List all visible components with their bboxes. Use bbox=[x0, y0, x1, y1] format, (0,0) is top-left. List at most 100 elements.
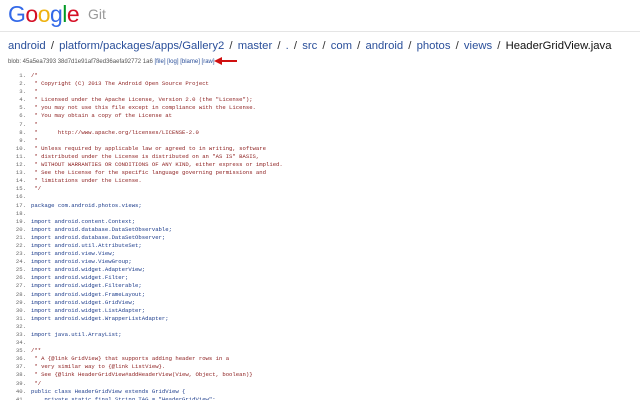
line-number[interactable]: 4. bbox=[10, 96, 31, 104]
line-number[interactable]: 40. bbox=[10, 388, 31, 396]
code-text: * You may obtain a copy of the License a… bbox=[31, 112, 172, 120]
line-number[interactable]: 21. bbox=[10, 234, 31, 242]
line-number[interactable]: 33. bbox=[10, 331, 31, 339]
line-number[interactable]: 25. bbox=[10, 266, 31, 274]
breadcrumb-link[interactable]: android bbox=[365, 40, 403, 52]
code-line: 27. import android.widget.Filterable; bbox=[10, 282, 630, 290]
breadcrumb-link[interactable]: photos bbox=[417, 40, 451, 52]
code-line: 2. * Copyright (C) 2013 The Android Open… bbox=[10, 80, 630, 88]
breadcrumb: android / platform/packages/apps/Gallery… bbox=[8, 40, 612, 52]
line-number[interactable]: 29. bbox=[10, 299, 31, 307]
line-number[interactable]: 26. bbox=[10, 274, 31, 282]
line-number[interactable]: 17. bbox=[10, 202, 31, 210]
breadcrumb-link[interactable]: views bbox=[464, 40, 492, 52]
code-text: package com.android.photos.views; bbox=[31, 201, 142, 209]
blame-link[interactable]: [blame] bbox=[180, 59, 200, 65]
code-line: 25. import android.widget.AdapterView; bbox=[10, 266, 630, 274]
code-line: 26. import android.widget.Filter; bbox=[10, 274, 630, 282]
line-number[interactable]: 3. bbox=[10, 88, 31, 96]
line-number[interactable]: 38. bbox=[10, 371, 31, 379]
line-number[interactable]: 19. bbox=[10, 218, 31, 226]
line-number[interactable]: 30. bbox=[10, 307, 31, 315]
logo-letter: o bbox=[37, 1, 51, 27]
line-number[interactable]: 10. bbox=[10, 145, 31, 153]
line-number[interactable]: 36. bbox=[10, 355, 31, 363]
line-number[interactable]: 2. bbox=[10, 80, 31, 88]
line-number[interactable]: 41. bbox=[10, 396, 31, 400]
google-logo[interactable]: Google bbox=[8, 1, 80, 28]
line-number[interactable]: 1. bbox=[10, 72, 31, 80]
code-text: import java.util.ArrayList; bbox=[31, 331, 122, 338]
code-line: 40. public class HeaderGridView extends G… bbox=[10, 388, 630, 396]
line-number[interactable]: 23. bbox=[10, 250, 31, 258]
breadcrumb-separator: / bbox=[319, 40, 329, 52]
line-number[interactable]: 5. bbox=[10, 104, 31, 112]
code-line: 1./* bbox=[10, 72, 630, 80]
line-number[interactable]: 27. bbox=[10, 282, 31, 290]
line-number[interactable]: 20. bbox=[10, 226, 31, 234]
code-line: 30. import android.widget.ListAdapter; bbox=[10, 307, 630, 315]
line-number[interactable]: 11. bbox=[10, 153, 31, 161]
code-text: /* bbox=[31, 72, 38, 79]
line-number[interactable]: 15. bbox=[10, 185, 31, 193]
breadcrumb-link[interactable]: android bbox=[8, 40, 46, 52]
breadcrumb-separator: / bbox=[405, 40, 415, 52]
line-number[interactable]: 18. bbox=[10, 210, 31, 218]
red-arrow-icon bbox=[214, 57, 237, 65]
code-text: * bbox=[31, 88, 38, 96]
line-number[interactable]: 28. bbox=[10, 291, 31, 299]
code-line: 35./** bbox=[10, 347, 630, 355]
line-number[interactable]: 39. bbox=[10, 380, 31, 388]
breadcrumb-separator: / bbox=[290, 40, 301, 52]
code-line: 31. import android.widget.WrapperListAdap… bbox=[10, 315, 630, 323]
line-number[interactable]: 8. bbox=[10, 129, 31, 137]
line-number[interactable]: 37. bbox=[10, 363, 31, 371]
line-number[interactable]: 9. bbox=[10, 137, 31, 145]
code-text: * WITHOUT WARRANTIES OR CONDITIONS OF AN… bbox=[31, 161, 283, 169]
code-text: import android.view.ViewGroup; bbox=[31, 258, 132, 266]
log-link[interactable]: [log] bbox=[167, 59, 178, 65]
line-number[interactable]: 35. bbox=[10, 347, 31, 355]
blob-info: blob: 45a5ea7393 38d7d1e91af78ed36aefa92… bbox=[8, 59, 215, 65]
code-line: 33. import java.util.ArrayList; bbox=[10, 331, 630, 339]
code-line: 21. import android.database.DataSetObserv… bbox=[10, 234, 630, 242]
breadcrumb-link[interactable]: src bbox=[302, 40, 317, 52]
code-text: import android.database.DataSetObservabl… bbox=[31, 225, 172, 233]
line-number[interactable]: 16. bbox=[10, 193, 31, 201]
code-text: import android.widget.Filter; bbox=[31, 274, 129, 282]
code-text: * limitations under the License. bbox=[31, 177, 142, 185]
line-number[interactable]: 6. bbox=[10, 112, 31, 120]
code-text: * very similar way to {@link ListView}. bbox=[31, 363, 166, 371]
breadcrumb-link[interactable]: com bbox=[331, 40, 352, 52]
code-text: * See {@link HeaderGridView#addHeaderVie… bbox=[31, 371, 253, 379]
source-code-view: 1./* 2. * Copyright (C) 2013 The Android … bbox=[10, 72, 630, 400]
breadcrumb-separator: / bbox=[274, 40, 284, 52]
logo-letter: e bbox=[66, 1, 80, 27]
line-number[interactable]: 31. bbox=[10, 315, 31, 323]
breadcrumb-link[interactable]: platform/packages/apps/Gallery2 bbox=[59, 40, 224, 52]
line-number[interactable]: 22. bbox=[10, 242, 31, 250]
line-number[interactable]: 24. bbox=[10, 258, 31, 266]
line-number[interactable]: 7. bbox=[10, 121, 31, 129]
line-number[interactable]: 12. bbox=[10, 161, 31, 169]
code-text: * Licensed under the Apache License, Ver… bbox=[31, 96, 253, 104]
raw-link[interactable]: [raw] bbox=[202, 59, 215, 65]
code-text: import android.widget.ListAdapter; bbox=[31, 306, 146, 314]
code-line: 19. import android.content.Context; bbox=[10, 218, 630, 226]
breadcrumb-link[interactable]: master bbox=[238, 40, 273, 52]
code-text: import android.widget.WrapperListAdapter… bbox=[31, 314, 169, 322]
line-number[interactable]: 14. bbox=[10, 177, 31, 185]
logo-letter: G bbox=[8, 1, 26, 27]
code-line: 24. import android.view.ViewGroup; bbox=[10, 258, 630, 266]
file-link[interactable]: [file] bbox=[154, 59, 165, 65]
code-text: public class HeaderGridView extends Grid… bbox=[31, 387, 186, 395]
line-number[interactable]: 34. bbox=[10, 339, 31, 347]
code-text: import android.widget.Filterable; bbox=[31, 282, 142, 290]
code-text: * Copyright (C) 2013 The Android Open So… bbox=[31, 80, 209, 88]
code-line: 18. bbox=[10, 210, 630, 218]
breadcrumb-separator: / bbox=[452, 40, 462, 52]
line-number[interactable]: 32. bbox=[10, 323, 31, 331]
code-text: import android.view.View; bbox=[31, 250, 115, 258]
code-line: 10. * Unless required by applicable law … bbox=[10, 145, 630, 153]
line-number[interactable]: 13. bbox=[10, 169, 31, 177]
